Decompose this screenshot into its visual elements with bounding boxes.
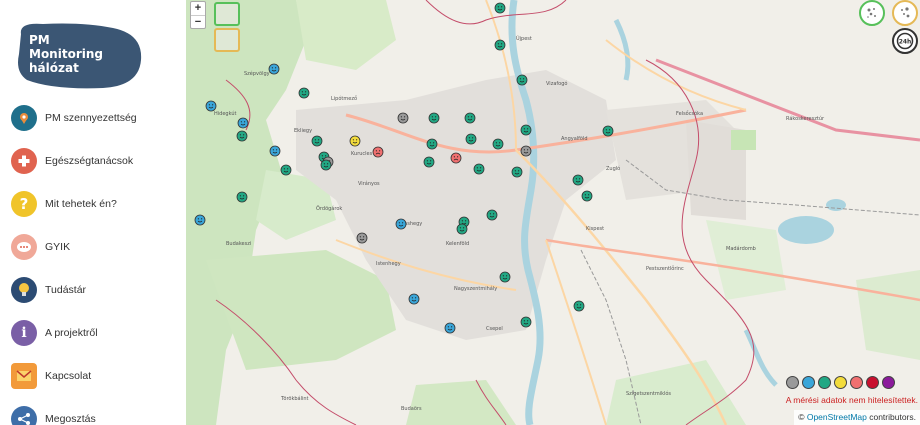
sensor-marker[interactable] <box>516 74 528 86</box>
data-disclaimer: A mérési adatok nem hitelesítettek. <box>785 395 918 405</box>
sensor-marker[interactable] <box>408 293 420 305</box>
nav-label: GYIK <box>45 241 71 253</box>
sensor-marker[interactable] <box>236 130 248 142</box>
sensor-layer <box>194 2 614 334</box>
sensor-marker[interactable] <box>268 63 280 75</box>
nav-label: A projektről <box>45 327 98 339</box>
sensor-marker[interactable] <box>511 166 523 178</box>
chat-bubbles-icon <box>11 234 37 260</box>
logo-line-2: Monitoring <box>29 47 103 61</box>
zoom-control: + − <box>190 1 206 29</box>
nav-label: Egészségtanácsok <box>45 155 134 167</box>
sidebar: PM Monitoring hálózat PM szennyezettség … <box>0 0 186 425</box>
layer-button-pm25[interactable] <box>214 2 240 26</box>
nav-label: Kapcsolat <box>45 370 92 382</box>
legend-bad <box>850 376 863 389</box>
sensor-marker[interactable] <box>298 87 310 99</box>
clock-24h-icon: 24h <box>896 32 914 50</box>
sensor-marker[interactable] <box>573 300 585 312</box>
nav-item-tudastar[interactable]: Tudástár <box>11 277 181 303</box>
sensor-marker[interactable] <box>349 135 361 147</box>
sensor-marker[interactable] <box>395 218 407 230</box>
legend-extreme <box>882 376 895 389</box>
pm25-filter-button[interactable] <box>859 0 885 26</box>
sensor-marker[interactable] <box>572 174 584 186</box>
sensor-marker[interactable] <box>456 223 468 235</box>
medical-cross-icon <box>11 148 37 174</box>
legend-very-bad <box>866 376 879 389</box>
map-pin-icon <box>11 105 37 131</box>
sensor-marker[interactable] <box>499 271 511 283</box>
particles-icon <box>901 7 910 18</box>
legend-no-data <box>786 376 799 389</box>
legend-good <box>818 376 831 389</box>
sensor-marker[interactable] <box>473 163 485 175</box>
logo: PM Monitoring hálózat <box>18 23 142 89</box>
legend-very-good <box>802 376 815 389</box>
question-icon: ? <box>11 191 37 217</box>
sensor-marker[interactable] <box>494 2 506 14</box>
sensor-marker[interactable] <box>492 138 504 150</box>
sensor-marker[interactable] <box>520 124 532 136</box>
svg-text:24h: 24h <box>899 39 912 46</box>
nav-item-gyik[interactable]: GYIK <box>11 234 181 260</box>
sensor-marker[interactable] <box>465 133 477 145</box>
nav-label: Megosztás <box>45 413 96 425</box>
info-icon: i <box>11 320 37 346</box>
sensor-marker[interactable] <box>236 191 248 203</box>
attribution-symbol: © <box>798 412 805 422</box>
sensor-marker[interactable] <box>372 146 384 158</box>
sensor-marker[interactable] <box>494 39 506 51</box>
sensor-marker[interactable] <box>426 138 438 150</box>
osm-link[interactable]: OpenStreetMap <box>807 412 867 422</box>
sensor-marker[interactable] <box>269 145 281 157</box>
sensor-marker[interactable] <box>397 112 409 124</box>
nav-item-mit-tehetek-en[interactable]: ? Mit tehetek én? <box>11 191 181 217</box>
sensor-marker[interactable] <box>444 322 456 334</box>
sensor-marker[interactable] <box>581 190 593 202</box>
share-icon <box>11 406 37 425</box>
sensor-marker[interactable] <box>311 135 323 147</box>
sensor-marker[interactable] <box>237 117 249 129</box>
zoom-out-button[interactable]: − <box>191 15 205 28</box>
map-attribution: © OpenStreetMap contributors. <box>794 410 920 425</box>
nav-label: PM szennyezettség <box>45 112 137 124</box>
mail-icon <box>11 363 37 389</box>
particles-icon <box>867 8 876 18</box>
logo-line-1: PM <box>29 33 50 47</box>
sensor-marker[interactable] <box>486 209 498 221</box>
sensor-marker[interactable] <box>205 100 217 112</box>
legend-moderate <box>834 376 847 389</box>
attribution-suffix: contributors. <box>866 412 916 422</box>
sensor-marker[interactable] <box>602 125 614 137</box>
app-window: PM Monitoring hálózat PM szennyezettség … <box>0 0 920 425</box>
lightbulb-icon <box>11 277 37 303</box>
nav-item-a-projektrol[interactable]: i A projektről <box>11 320 181 346</box>
logo-line-3: hálózat <box>29 61 79 75</box>
sensor-marker[interactable] <box>194 214 206 226</box>
sensor-marker[interactable] <box>464 112 476 124</box>
sensor-marker[interactable] <box>520 145 532 157</box>
layer-button-pm10[interactable] <box>214 28 240 52</box>
24h-filter-button[interactable]: 24h <box>892 28 918 54</box>
nav-item-megosztas[interactable]: Megosztás <box>11 406 181 425</box>
nav-item-egeszsegtanacsok[interactable]: Egészségtanácsok <box>11 148 181 174</box>
sensor-marker[interactable] <box>356 232 368 244</box>
sensor-marker[interactable] <box>423 156 435 168</box>
sensor-marker[interactable] <box>428 112 440 124</box>
sensor-marker[interactable] <box>280 164 292 176</box>
sensor-marker[interactable] <box>450 152 462 164</box>
pm-map[interactable]: Szépvölgy Hidegkút Ekliegy Ördögárok Kur… <box>186 0 920 425</box>
nav-item-pm-szennyezettseg[interactable]: PM szennyezettség <box>11 105 181 131</box>
legend <box>786 376 895 389</box>
nav-label: Mit tehetek én? <box>45 198 117 210</box>
zoom-in-button[interactable]: + <box>191 2 205 15</box>
sensor-marker[interactable] <box>520 316 532 328</box>
nav-label: Tudástár <box>45 284 87 296</box>
nav-item-kapcsolat[interactable]: Kapcsolat <box>11 363 181 389</box>
sensor-marker[interactable] <box>320 159 332 171</box>
pm10-filter-button[interactable] <box>892 0 918 26</box>
